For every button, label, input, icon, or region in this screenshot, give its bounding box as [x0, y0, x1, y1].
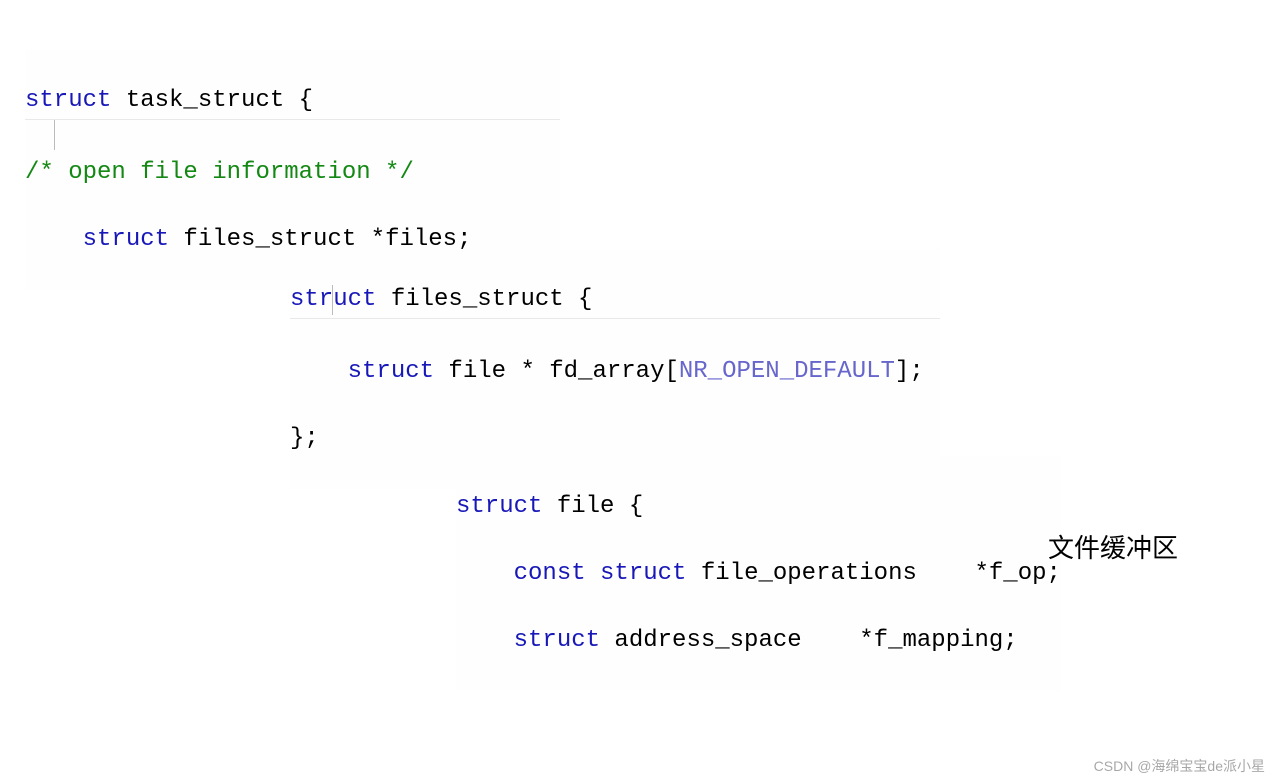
keyword-struct: struct: [348, 358, 434, 385]
code-text: address_space *f_mapping;: [600, 627, 1018, 654]
keyword-struct: struct: [600, 560, 686, 587]
code-text: };: [290, 425, 319, 452]
code-block-files-struct: struct files_struct { struct file * fd_a…: [290, 249, 940, 489]
keyword-struct: struct: [456, 493, 542, 520]
code-text: file {: [542, 493, 643, 520]
keyword-struct: struct: [83, 226, 169, 253]
code-text: file_operations *f_op;: [686, 560, 1060, 587]
keyword-struct: struct: [25, 87, 111, 114]
cursor-indicator: [54, 120, 55, 150]
keyword-struct: struct: [290, 286, 376, 313]
keyword-struct: struct: [514, 627, 600, 654]
code-block-file: struct file { const struct file_operatio…: [456, 456, 1061, 691]
code-comment: /* open file information */: [25, 159, 414, 186]
keyword-const: const: [514, 560, 586, 587]
annotation-label: 文件缓冲区: [1048, 530, 1178, 566]
cursor-indicator: [332, 285, 333, 315]
code-text: task_struct {: [111, 87, 313, 114]
code-text: file * fd_array[: [434, 358, 679, 385]
watermark-text: CSDN @海绵宝宝de派小星: [1094, 757, 1265, 777]
code-text: files_struct {: [376, 286, 592, 313]
code-constant: NR_OPEN_DEFAULT: [679, 358, 895, 385]
code-text: ];: [895, 358, 924, 385]
